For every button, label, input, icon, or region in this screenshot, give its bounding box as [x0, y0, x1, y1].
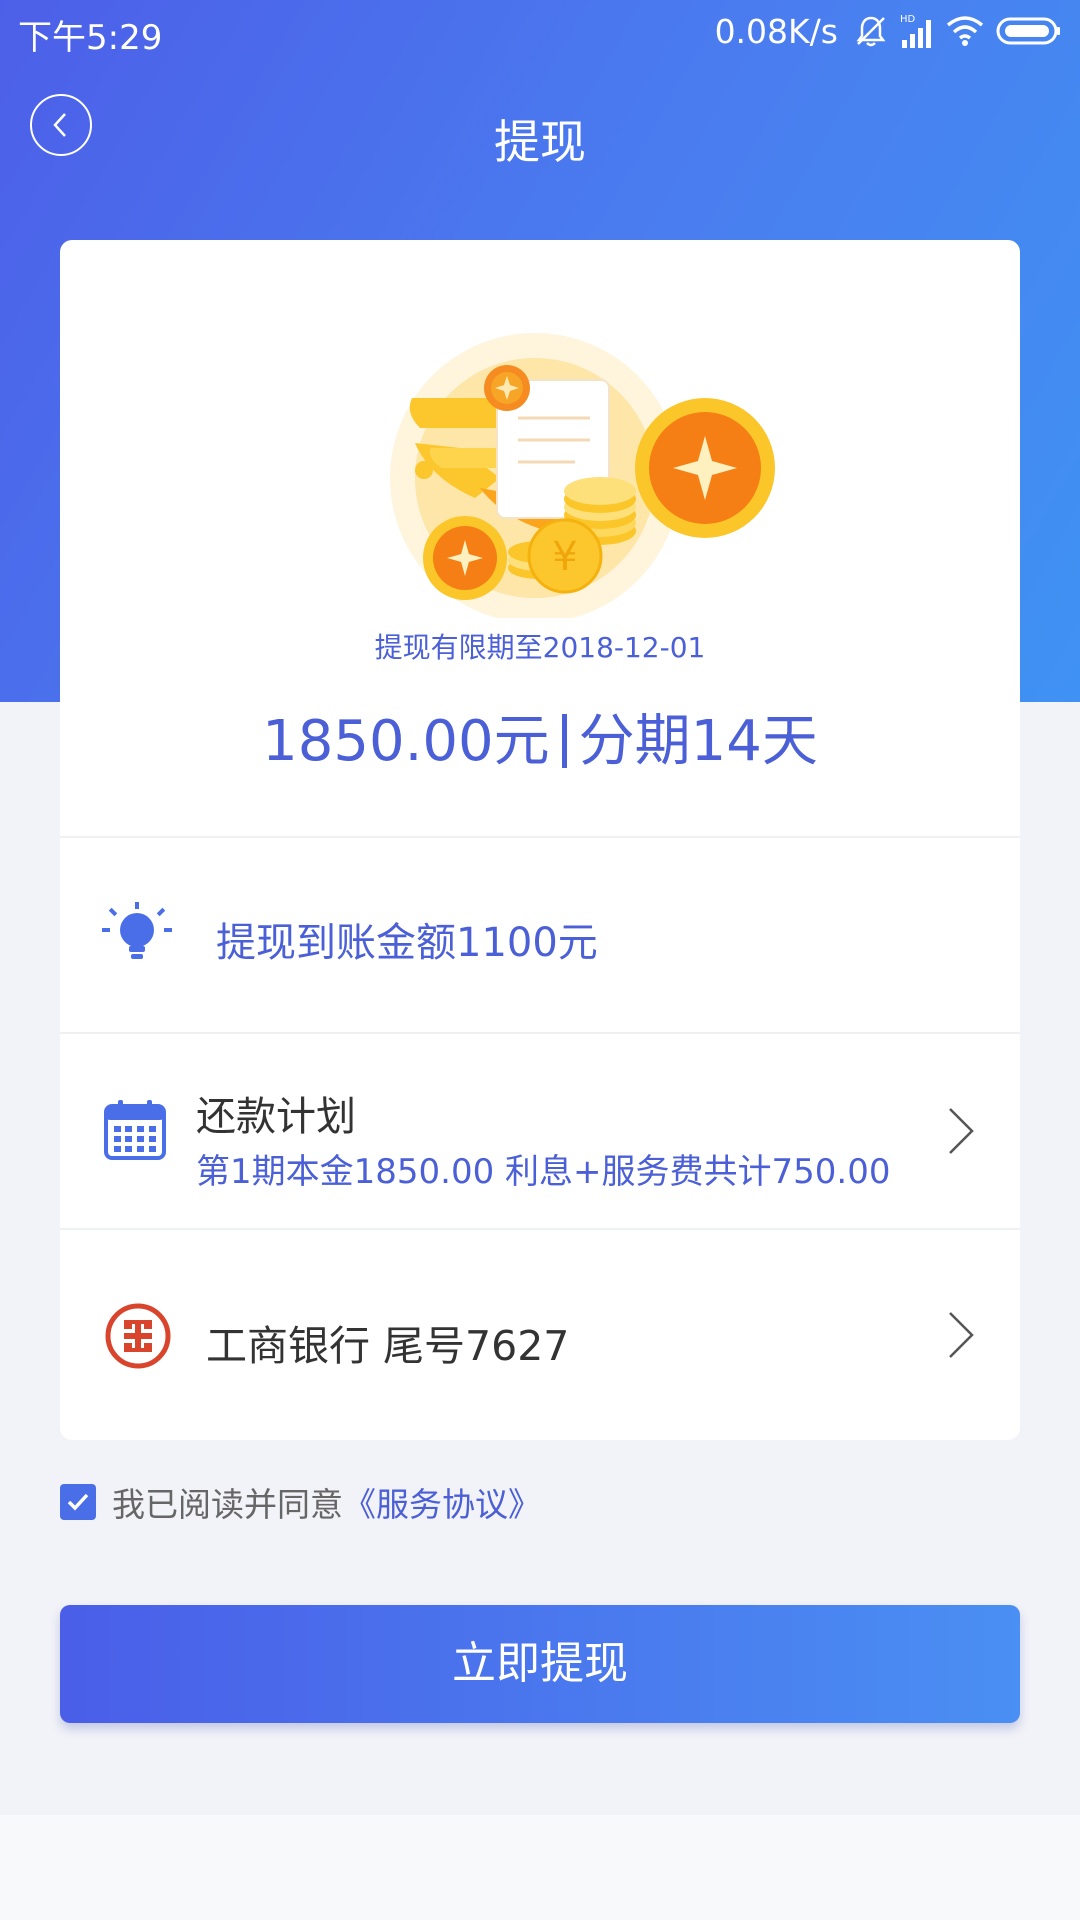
status-time: 下午5:29: [18, 18, 163, 58]
page-title: 提现: [494, 115, 586, 169]
arrival-text: 提现到账金额1100元: [216, 920, 598, 966]
arrival-amount-row: 提现到账金额1100元: [60, 838, 1020, 1034]
hero-section: ¥ 提现有限期至2018-12-01 1850.00元 分期14天: [60, 240, 1020, 838]
bank-card-row[interactable]: 工商银行 尾号7627: [60, 1230, 1020, 1440]
chevron-right-icon: [949, 1108, 974, 1154]
coins-document-illustration: ¥: [390, 333, 775, 618]
agreement-text: 我已阅读并同意: [112, 1485, 343, 1524]
agreement-row: 我已阅读并同意 《服务协议》: [60, 1478, 541, 1526]
status-bar: 下午5:29 0.08K/s HD: [0, 0, 1080, 62]
service-agreement-link[interactable]: 《服务协议》: [343, 1478, 541, 1526]
status-icons: 0.08K/s HD: [715, 8, 1062, 54]
agreement-checkbox[interactable]: [60, 1484, 96, 1520]
term-value: 分期14天: [578, 709, 818, 774]
withdraw-card: ¥ 提现有限期至2018-12-01 1850.00元 分期14天 提现到账金额1…: [60, 240, 1020, 1440]
repayment-plan-title: 还款计划: [196, 1094, 356, 1140]
net-speed: 0.08K/s: [714, 11, 838, 51]
battery-icon: [996, 16, 1062, 46]
hd-signal-icon: HD: [900, 12, 934, 50]
repayment-plan-detail: 第1期本金1850.00 利息+服务费共计750.00: [196, 1152, 891, 1192]
bank-card-text: 工商银行 尾号7627: [206, 1322, 570, 1370]
withdraw-now-button[interactable]: 立即提现: [60, 1605, 1020, 1723]
repayment-plan-row[interactable]: 还款计划 第1期本金1850.00 利息+服务费共计750.00: [60, 1034, 1020, 1230]
chevron-right-icon: [949, 1312, 974, 1358]
wifi-icon: [946, 15, 984, 47]
mute-bell-icon: [854, 14, 888, 48]
amount-value: 1850.00元: [262, 709, 550, 774]
svg-text:¥: ¥: [552, 534, 577, 580]
icbc-logo: [105, 1303, 171, 1369]
amount-row: 1850.00元 分期14天: [60, 696, 1020, 777]
bottom-strip: [0, 1815, 1080, 1920]
checkmark-icon: [67, 1493, 89, 1511]
amount-divider: [561, 714, 567, 768]
lightbulb-icon: [102, 902, 172, 959]
validity-text: 提现有限期至2018-12-01: [374, 631, 706, 664]
hd-label: HD: [900, 14, 916, 25]
calendar-icon: [104, 1100, 166, 1160]
